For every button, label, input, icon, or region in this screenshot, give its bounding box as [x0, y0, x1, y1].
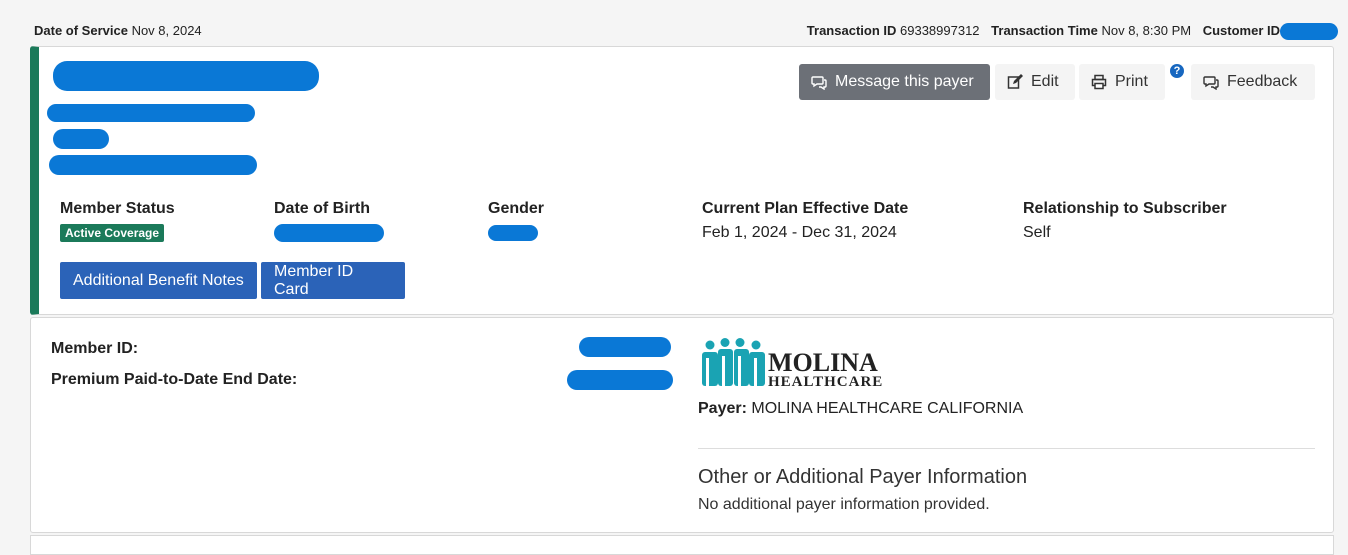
- logo-word-molina: MOLINA: [768, 348, 878, 377]
- plan-date-label: Current Plan Effective Date: [702, 200, 909, 217]
- plan-date-field: Current Plan Effective Date Feb 1, 2024 …: [702, 200, 908, 242]
- member-detail-redacted: [49, 155, 257, 175]
- edit-icon: [1007, 74, 1023, 89]
- dob-redacted: [274, 224, 384, 242]
- payer-name: MOLINA HEALTHCARE CALIFORNIA: [751, 400, 1024, 417]
- print-button[interactable]: Print: [1079, 64, 1165, 100]
- print-icon: [1091, 74, 1107, 90]
- transaction-time-label: Transaction Time: [991, 23, 1098, 38]
- transaction-bar: Date of Service Nov 8, 2024 Transaction …: [0, 0, 1348, 44]
- member-status-field: Member Status Active Coverage: [60, 200, 175, 242]
- relationship-field: Relationship to Subscriber Self: [1023, 200, 1227, 242]
- date-of-service-value: Nov 8, 2024: [131, 23, 202, 38]
- relationship-value: Self: [1023, 224, 1051, 241]
- customer-id-redacted: [1280, 23, 1338, 41]
- plan-date-value: Feb 1, 2024 - Dec 31, 2024: [702, 224, 897, 241]
- dob-field: Date of Birth: [274, 200, 384, 242]
- transaction-info: Transaction ID 69338997312 Transaction T…: [799, 23, 1338, 41]
- gender-field: Gender: [488, 200, 544, 242]
- member-status-label: Member Status: [60, 200, 175, 217]
- relationship-label: Relationship to Subscriber: [1023, 200, 1227, 217]
- feedback-label: Feedback: [1227, 73, 1298, 90]
- payer-info: Payer: MOLINA HEALTHCARE CALIFORNIA: [698, 400, 1023, 418]
- date-of-service-label: Date of Service: [34, 23, 128, 38]
- member-id-card-button[interactable]: Member ID Card: [261, 262, 405, 299]
- transaction-id-value: 69338997312: [900, 23, 980, 38]
- molina-logo: MOLINA HEALTHCARE: [698, 338, 898, 390]
- customer-id-label: Customer ID: [1202, 23, 1280, 38]
- logo-word-healthcare: HEALTHCARE: [768, 374, 883, 390]
- print-label: Print: [1115, 73, 1148, 90]
- next-section-card: [30, 535, 1334, 555]
- transaction-id-label: Transaction ID: [806, 23, 897, 38]
- date-of-service: Date of Service Nov 8, 2024: [34, 23, 202, 38]
- comments-icon: [1203, 76, 1219, 90]
- other-payer-text: No additional payer information provided…: [698, 496, 990, 513]
- gender-redacted: [488, 224, 538, 241]
- gender-label: Gender: [488, 200, 545, 217]
- member-name-redacted: [53, 61, 319, 91]
- divider: [698, 448, 1315, 449]
- member-id-label: Member ID:: [51, 340, 139, 357]
- help-icon[interactable]: ?: [1170, 64, 1184, 78]
- member-id-redacted: [579, 337, 671, 357]
- message-payer-label: Message this payer: [835, 73, 974, 90]
- feedback-button[interactable]: Feedback: [1191, 64, 1315, 100]
- member-summary-card: Message this payer Edit Print ? Feedback…: [30, 46, 1334, 315]
- edit-label: Edit: [1031, 73, 1059, 90]
- status-badge: Active Coverage: [60, 224, 165, 242]
- other-payer-heading: Other or Additional Payer Information: [698, 466, 1028, 488]
- message-payer-button[interactable]: Message this payer: [799, 64, 990, 100]
- edit-button[interactable]: Edit: [995, 64, 1075, 100]
- comments-icon: [811, 76, 827, 90]
- payer-label: Payer:: [698, 400, 747, 417]
- premium-date-redacted: [567, 370, 673, 390]
- member-detail-redacted: [47, 104, 255, 122]
- additional-benefit-notes-button[interactable]: Additional Benefit Notes: [60, 262, 257, 299]
- dob-label: Date of Birth: [274, 200, 370, 217]
- premium-date-label: Premium Paid-to-Date End Date:: [51, 371, 298, 388]
- molina-logo-icon: MOLINA HEALTHCARE: [702, 338, 883, 390]
- transaction-time-value: Nov 8, 8:30 PM: [1101, 23, 1192, 38]
- member-detail-redacted: [53, 129, 109, 149]
- coverage-details-card: Member ID: Premium Paid-to-Date End Date…: [30, 317, 1334, 533]
